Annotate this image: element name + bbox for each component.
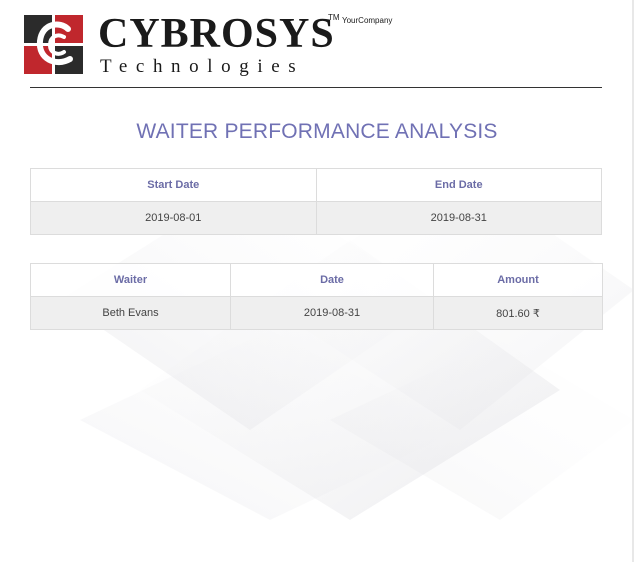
end-date-header: End Date — [315, 168, 602, 202]
trademark-mark: TM — [328, 13, 340, 22]
table-row: 2019-08-01 2019-08-31 — [30, 201, 602, 235]
date-cell: 2019-08-31 — [230, 296, 434, 330]
date-range-table: Start Date End Date 2019-08-01 2019-08-3… — [30, 168, 602, 235]
table-row: Beth Evans 2019-08-31 801.60 ₹ — [30, 296, 603, 330]
amount-cell: 801.60 ₹ — [433, 296, 603, 330]
company-name: YourCompany — [342, 16, 393, 25]
end-date-value: 2019-08-31 — [315, 201, 602, 235]
company-header: CYBROSYS TM YourCompany Technologies — [24, 12, 604, 78]
waiter-performance-table: Waiter Date Amount Beth Evans 2019-08-31… — [30, 263, 603, 330]
brand-subtitle: Technologies — [100, 56, 305, 77]
start-date-header: Start Date — [30, 168, 317, 202]
table-header-row: Waiter Date Amount — [30, 263, 603, 297]
report-page: CYBROSYS TM YourCompany Technologies WAI… — [0, 0, 634, 562]
amount-header: Amount — [433, 263, 603, 297]
brand-name: CYBROSYS — [98, 11, 335, 57]
report-title: WAITER PERFORMANCE ANALYSIS — [136, 120, 498, 143]
cybrosys-logo-icon — [24, 15, 83, 74]
start-date-value: 2019-08-01 — [30, 201, 317, 235]
header-divider — [30, 87, 602, 88]
table-header-row: Start Date End Date — [30, 168, 602, 202]
date-header: Date — [230, 263, 434, 297]
waiter-header: Waiter — [30, 263, 231, 297]
waiter-name-cell: Beth Evans — [30, 296, 231, 330]
